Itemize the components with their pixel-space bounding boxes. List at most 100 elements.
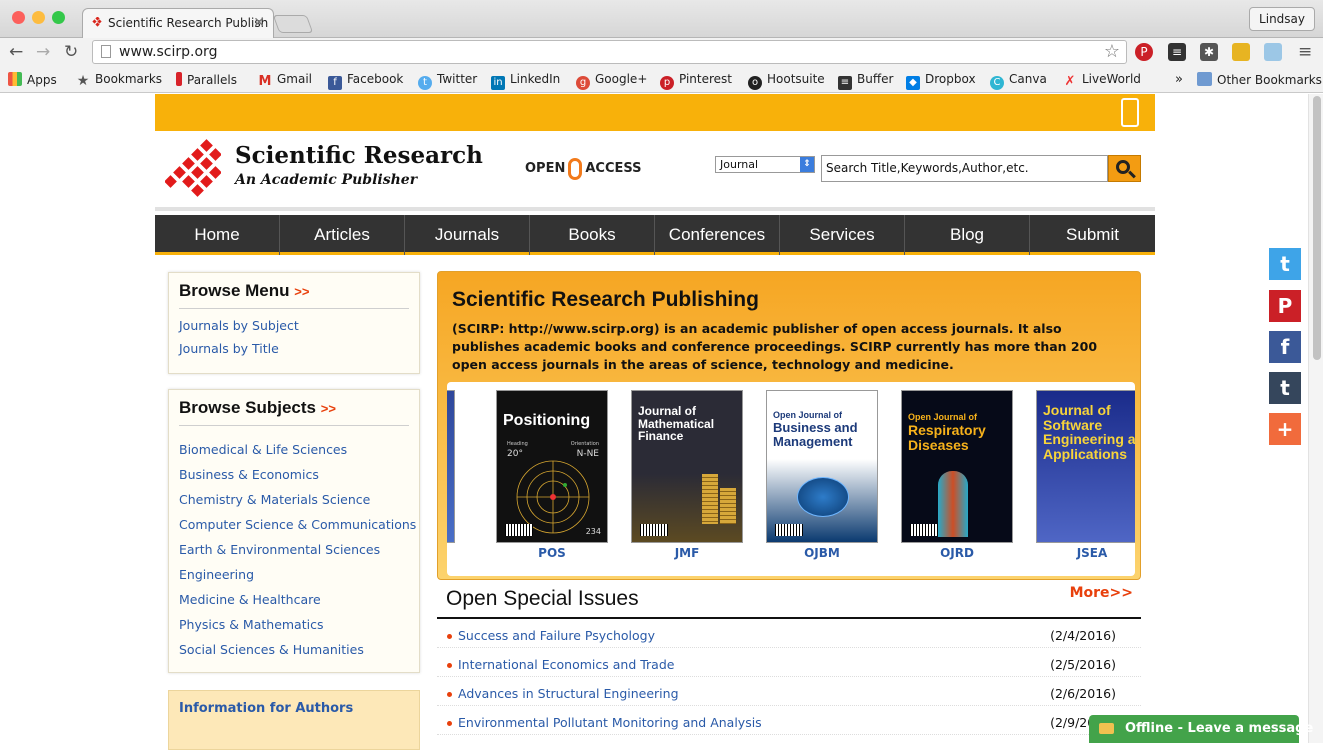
subject-social-sciences[interactable]: Social Sciences & Humanities [179, 637, 419, 662]
menu-icon[interactable]: ≡ [1298, 42, 1312, 62]
subject-business[interactable]: Business & Economics [179, 462, 419, 487]
journal-carousel[interactable]: Positioning Heading 20° Orientation N-NE… [447, 382, 1135, 576]
bookmark-twitter[interactable]: t Twitter [418, 72, 477, 90]
nav-journals[interactable]: Journals [405, 215, 530, 255]
page-scrollbar[interactable] [1308, 94, 1323, 743]
subject-computer-science[interactable]: Computer Science & Communications [179, 512, 419, 537]
close-window-button[interactable] [12, 11, 25, 24]
scrollbar-thumb[interactable] [1313, 96, 1321, 360]
maximize-window-button[interactable] [52, 11, 65, 24]
share-facebook-icon[interactable]: f [1269, 331, 1301, 363]
bookmark-hootsuite[interactable]: o Hootsuite [748, 72, 825, 90]
bookmark-liveworld[interactable]: ✗ LiveWorld [1063, 72, 1141, 89]
bookmark-bookmarks[interactable]: ★ Bookmarks [76, 72, 162, 88]
journal-cover-ojbm[interactable]: Open Journal of Business and Management [766, 390, 878, 543]
bookmark-linkedin[interactable]: in LinkedIn [491, 72, 560, 90]
scirp-favicon-icon [92, 17, 102, 27]
bookmark-star-icon[interactable]: ☆ [1104, 41, 1120, 62]
chat-offline-button[interactable]: Offline - Leave a message [1089, 715, 1313, 743]
nav-services[interactable]: Services [780, 215, 905, 255]
search-button[interactable] [1108, 155, 1141, 182]
share-more-icon[interactable]: + [1269, 413, 1301, 445]
dropbox-icon: ◆ [906, 76, 920, 90]
list-item[interactable]: International Economics and Trade (2/5/20… [437, 648, 1141, 677]
twitter-icon: t [418, 76, 432, 90]
feature-banner: Scientific Research Publishing (SCIRP: h… [437, 271, 1141, 580]
scirp-logo-icon[interactable] [165, 139, 221, 199]
reload-icon[interactable]: ↻ [64, 42, 78, 62]
bookmark-apps[interactable]: Apps [8, 72, 57, 87]
nav-blog[interactable]: Blog [905, 215, 1030, 255]
link-journals-by-subject[interactable]: Journals by Subject [179, 318, 419, 333]
subject-engineering[interactable]: Engineering [179, 562, 419, 587]
folder-extension-icon[interactable] [1232, 43, 1250, 61]
subject-biomedical[interactable]: Biomedical & Life Sciences [179, 437, 419, 462]
nav-submit[interactable]: Submit [1030, 215, 1155, 255]
address-bar[interactable]: www.scirp.org ☆ [92, 40, 1127, 64]
nav-articles[interactable]: Articles [280, 215, 405, 255]
subject-earth[interactable]: Earth & Environmental Sciences [179, 537, 419, 562]
profile-button[interactable]: Lindsay [1249, 7, 1315, 31]
link-journals-by-title[interactable]: Journals by Title [179, 341, 419, 356]
feature-title: Scientific Research Publishing [452, 288, 759, 311]
pinterest-extension-icon[interactable]: P [1135, 43, 1153, 61]
journal-cover-jmf[interactable]: Journal of Mathematical Finance [631, 390, 743, 543]
mobile-phone-icon[interactable] [1121, 98, 1139, 127]
partial-cover[interactable] [447, 390, 455, 543]
nav-home[interactable]: Home [155, 215, 280, 255]
puzzle-extension-icon[interactable]: ✱ [1200, 43, 1218, 61]
bookmarks-overflow-button[interactable]: » [1175, 72, 1183, 87]
browse-subjects-box: Browse Subjects >> Biomedical & Life Sci… [168, 389, 420, 673]
close-tab-icon[interactable]: ✕ [253, 15, 265, 31]
coin-stack-icon [702, 474, 718, 524]
nav-conferences[interactable]: Conferences [655, 215, 780, 255]
barcode-icon [775, 524, 803, 536]
subject-chemistry[interactable]: Chemistry & Materials Science [179, 487, 419, 512]
list-item[interactable]: Advances in Structural Engineering (2/6/2… [437, 677, 1141, 706]
canva-icon: C [990, 76, 1004, 90]
journal-code-pos[interactable]: POS [496, 546, 608, 560]
subject-list: Biomedical & Life Sciences Business & Ec… [169, 437, 419, 662]
bookmark-parallels[interactable]: Parallels [176, 72, 237, 87]
subject-medicine[interactable]: Medicine & Healthcare [179, 587, 419, 612]
bookmark-buffer[interactable]: ≡ Buffer [838, 72, 893, 90]
journal-cover-ojrd[interactable]: Open Journal of Respiratory Diseases [901, 390, 1013, 543]
share-twitter-icon[interactable]: t [1269, 248, 1301, 280]
info-box: Information for Authors [168, 690, 420, 750]
list-item[interactable]: Success and Failure Psychology (2/4/2016) [437, 619, 1141, 648]
journal-code-jmf[interactable]: JMF [631, 546, 743, 560]
other-bookmarks-folder[interactable]: Other Bookmarks [1197, 72, 1322, 87]
subject-physics[interactable]: Physics & Mathematics [179, 612, 419, 637]
minimize-window-button[interactable] [32, 11, 45, 24]
browser-tab[interactable]: Scientific Research Publish ✕ [82, 8, 274, 38]
journal-cover-jsea[interactable]: Journal of Software Engineering and Appl… [1036, 390, 1135, 543]
bookmark-gmail[interactable]: M Gmail [258, 72, 312, 89]
journal-code-jsea[interactable]: JSEA [1036, 546, 1135, 560]
respiratory-figure-icon [938, 471, 968, 537]
special-issues-more-link[interactable]: More>> [1070, 585, 1133, 601]
pinterest-icon: p [660, 76, 674, 90]
search-type-select[interactable]: Journal ⇕ [715, 156, 815, 173]
nav-books[interactable]: Books [530, 215, 655, 255]
bookmark-facebook[interactable]: f Facebook [328, 72, 403, 90]
search-input[interactable]: Search Title,Keywords,Author,etc. [821, 155, 1108, 182]
journal-code-ojbm[interactable]: OJBM [766, 546, 878, 560]
list-item[interactable]: Environmental Pollutant Monitoring and A… [437, 706, 1141, 735]
info-for-authors-link[interactable]: Information for Authors [179, 701, 419, 716]
camera-extension-icon[interactable] [1264, 43, 1282, 61]
star-icon: ★ [76, 73, 90, 89]
journal-cover-pos[interactable]: Positioning Heading 20° Orientation N-NE… [496, 390, 608, 543]
globe-icon [797, 477, 849, 517]
bookmark-canva[interactable]: C Canva [990, 72, 1047, 90]
share-tumblr-icon[interactable]: t [1269, 372, 1301, 404]
back-arrow-icon[interactable]: ← [9, 42, 23, 62]
open-lock-icon [568, 158, 583, 180]
new-tab-button[interactable] [272, 15, 314, 33]
bookmark-googleplus[interactable]: g Google+ [576, 72, 647, 90]
forward-arrow-icon[interactable]: → [36, 42, 50, 62]
bookmark-pinterest[interactable]: p Pinterest [660, 72, 732, 90]
share-pinterest-icon[interactable]: P [1269, 290, 1301, 322]
journal-code-ojrd[interactable]: OJRD [901, 546, 1013, 560]
buffer-extension-icon[interactable]: ≡ [1168, 43, 1186, 61]
bookmark-dropbox[interactable]: ◆ Dropbox [906, 72, 976, 90]
